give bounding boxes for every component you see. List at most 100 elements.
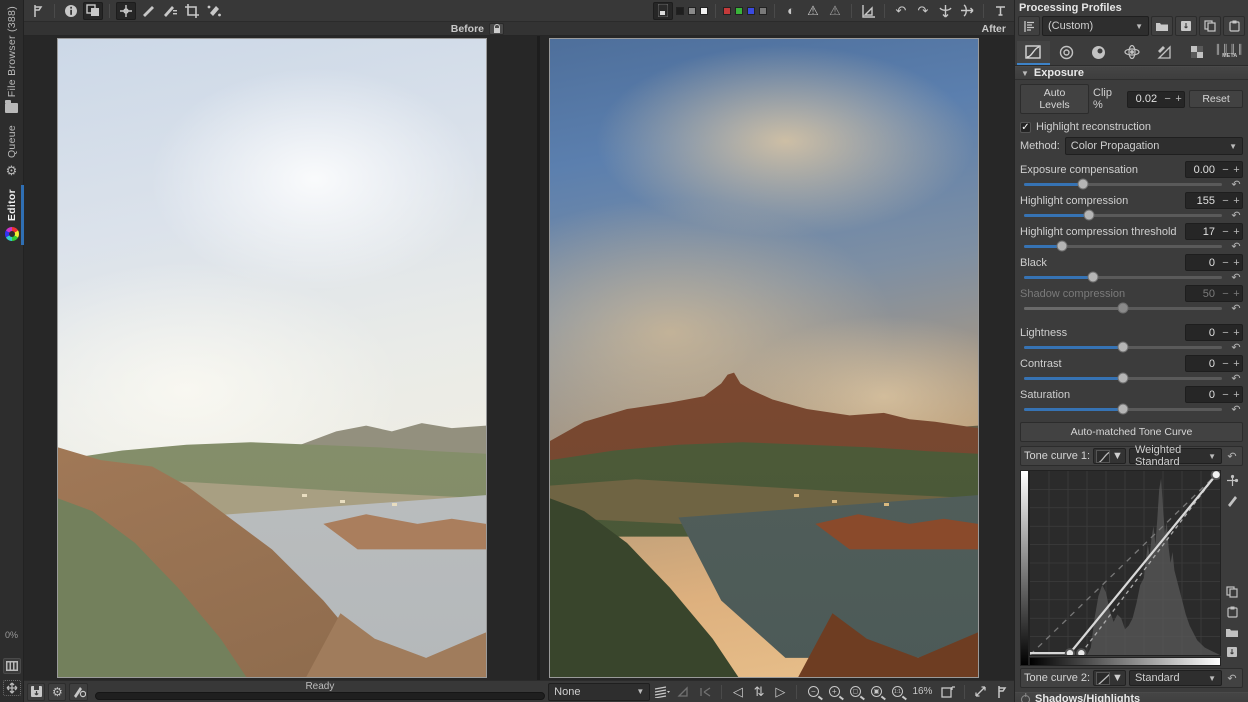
slider-track[interactable]: [1024, 302, 1222, 314]
highlight-reconstruction-checkbox[interactable]: ✓: [1020, 121, 1031, 133]
before-after-view-button[interactable]: [83, 1, 103, 20]
slider-reset-button[interactable]: ↶: [1229, 271, 1243, 284]
flip-horizontal-button[interactable]: [957, 2, 977, 20]
preview-red-channel-chip[interactable]: [723, 6, 731, 15]
slider-track[interactable]: [1024, 240, 1222, 252]
highlight-reconstruction-row[interactable]: ✓ Highlight reconstruction: [1020, 121, 1243, 133]
pane-divider[interactable]: [537, 36, 540, 680]
new-detail-window-button[interactable]: [938, 683, 956, 701]
zoom-fit-button[interactable]: ▢: [846, 683, 864, 701]
bg-color-white-chip[interactable]: [700, 6, 708, 15]
slider-thumb[interactable]: [1083, 209, 1095, 221]
color-picker-button[interactable]: [116, 1, 136, 20]
save-profile-button[interactable]: [1175, 16, 1197, 36]
sidebar-tab-file-browser[interactable]: File Browser (388): [0, 0, 24, 119]
hand-tool-button[interactable]: [28, 2, 48, 20]
spot-removal-button[interactable]: [204, 2, 224, 20]
load-profile-button[interactable]: [1151, 16, 1173, 36]
add-to-queue-button[interactable]: ⚙: [48, 682, 67, 701]
auto-matched-tone-curve-button[interactable]: Auto-matched Tone Curve: [1020, 422, 1243, 442]
slider-reset-button[interactable]: ↶: [1229, 341, 1243, 354]
slider-thumb[interactable]: [1087, 271, 1099, 283]
fill-profile-mode-button[interactable]: [1018, 16, 1040, 36]
tone-curve-2-select[interactable]: Standard ▼: [1128, 670, 1222, 686]
slider-track[interactable]: [1024, 271, 1222, 283]
preview-mode-button[interactable]: [653, 683, 671, 701]
increment-button[interactable]: +: [1231, 389, 1242, 401]
decrement-button[interactable]: −: [1220, 195, 1231, 207]
edit-external-button[interactable]: [69, 682, 88, 701]
load-curve-button[interactable]: [1224, 624, 1240, 640]
perspective-tool-button[interactable]: [160, 2, 180, 20]
tab-metadata[interactable]: ║║║║ META: [1213, 41, 1246, 65]
slider-track[interactable]: [1024, 403, 1222, 415]
straighten-tool-button[interactable]: [138, 2, 158, 20]
increment-button[interactable]: +: [1231, 195, 1242, 207]
decrement-button[interactable]: −: [1220, 164, 1231, 176]
decrement-button[interactable]: −: [1220, 257, 1231, 269]
clip-increment-button[interactable]: +: [1173, 93, 1184, 105]
paste-profile-button[interactable]: [1223, 16, 1245, 36]
slider-reset-button[interactable]: ↶: [1229, 403, 1243, 416]
decrement-button[interactable]: −: [1220, 327, 1231, 339]
increment-button[interactable]: +: [1231, 164, 1242, 176]
pen-mode-button[interactable]: [1224, 492, 1240, 508]
next-image-button[interactable]: ▷: [771, 683, 789, 701]
decrement-button[interactable]: −: [1220, 226, 1231, 238]
clip-decrement-button[interactable]: −: [1162, 93, 1173, 105]
tab-detail[interactable]: [1050, 41, 1083, 65]
bg-color-dark-chip[interactable]: [676, 6, 684, 15]
rotate-page-left-button[interactable]: [674, 683, 692, 701]
preview-blue-channel-chip[interactable]: [747, 6, 755, 15]
power-icon[interactable]: [1021, 694, 1030, 702]
tone-curve-2-reset-button[interactable]: ↶: [1225, 672, 1239, 685]
zoom-in-button[interactable]: +: [825, 683, 843, 701]
shadow-clipping-button[interactable]: ⚠: [803, 2, 823, 20]
preview-luminosity-chip[interactable]: [759, 6, 767, 15]
tab-transform[interactable]: [1148, 41, 1181, 65]
curve-plot-area[interactable]: [1029, 470, 1221, 656]
save-curve-button[interactable]: [1224, 644, 1240, 660]
rotate-left-button[interactable]: ↶: [891, 2, 911, 20]
tab-raw[interactable]: [1181, 41, 1214, 65]
preview-profile-button[interactable]: [858, 2, 878, 20]
before-profile-select[interactable]: None ▼: [548, 682, 651, 701]
pan-tool-button[interactable]: [993, 683, 1011, 701]
slider-thumb[interactable]: [1117, 341, 1129, 353]
zoom-100-button[interactable]: 1:1: [888, 683, 906, 701]
decrement-button[interactable]: −: [1220, 389, 1231, 401]
auto-levels-button[interactable]: Auto Levels: [1020, 84, 1090, 114]
slider-track[interactable]: [1024, 178, 1222, 190]
save-image-button[interactable]: [27, 682, 46, 701]
image-info-button[interactable]: [61, 2, 81, 20]
fullscreen-button[interactable]: [972, 683, 990, 701]
tone-curve-2-type-button[interactable]: ▼: [1093, 670, 1126, 686]
shadows-highlights-expander[interactable]: Shadows/Highlights: [1015, 692, 1248, 702]
decrement-button[interactable]: −: [1220, 358, 1231, 370]
tone-curve-1-select[interactable]: Weighted Standard ▼: [1128, 444, 1222, 468]
increment-button[interactable]: +: [1231, 257, 1242, 269]
edit-point-button[interactable]: [1224, 472, 1240, 488]
profile-select[interactable]: (Custom) ▼: [1042, 16, 1149, 36]
slider-thumb[interactable]: [1117, 403, 1129, 415]
slider-thumb[interactable]: [1117, 302, 1129, 314]
swap-before-after-button[interactable]: ⇅: [750, 683, 768, 701]
tab-advanced[interactable]: [1115, 41, 1148, 65]
highlight-clipping-button[interactable]: ⚠: [825, 2, 845, 20]
slider-track[interactable]: [1024, 372, 1222, 384]
zoom-out-button[interactable]: −: [804, 683, 822, 701]
slider-thumb[interactable]: [1056, 240, 1068, 252]
slider-thumb[interactable]: [1077, 178, 1089, 190]
hr-method-select[interactable]: Color Propagation ▼: [1064, 137, 1243, 155]
slider-track[interactable]: [1024, 341, 1222, 353]
crop-guide-button[interactable]: [990, 2, 1010, 20]
increment-button[interactable]: +: [1231, 327, 1242, 339]
tab-color[interactable]: [1082, 41, 1115, 65]
sidebar-tab-editor[interactable]: Editor: [0, 183, 24, 247]
tab-exposure[interactable]: [1017, 41, 1050, 65]
copy-profile-button[interactable]: [1199, 16, 1221, 36]
focus-mask-button[interactable]: ◐: [781, 2, 801, 20]
slider-reset-button[interactable]: ↶: [1229, 372, 1243, 385]
before-after-lock-button[interactable]: [489, 23, 504, 35]
slider-reset-button[interactable]: ↶: [1229, 178, 1243, 191]
